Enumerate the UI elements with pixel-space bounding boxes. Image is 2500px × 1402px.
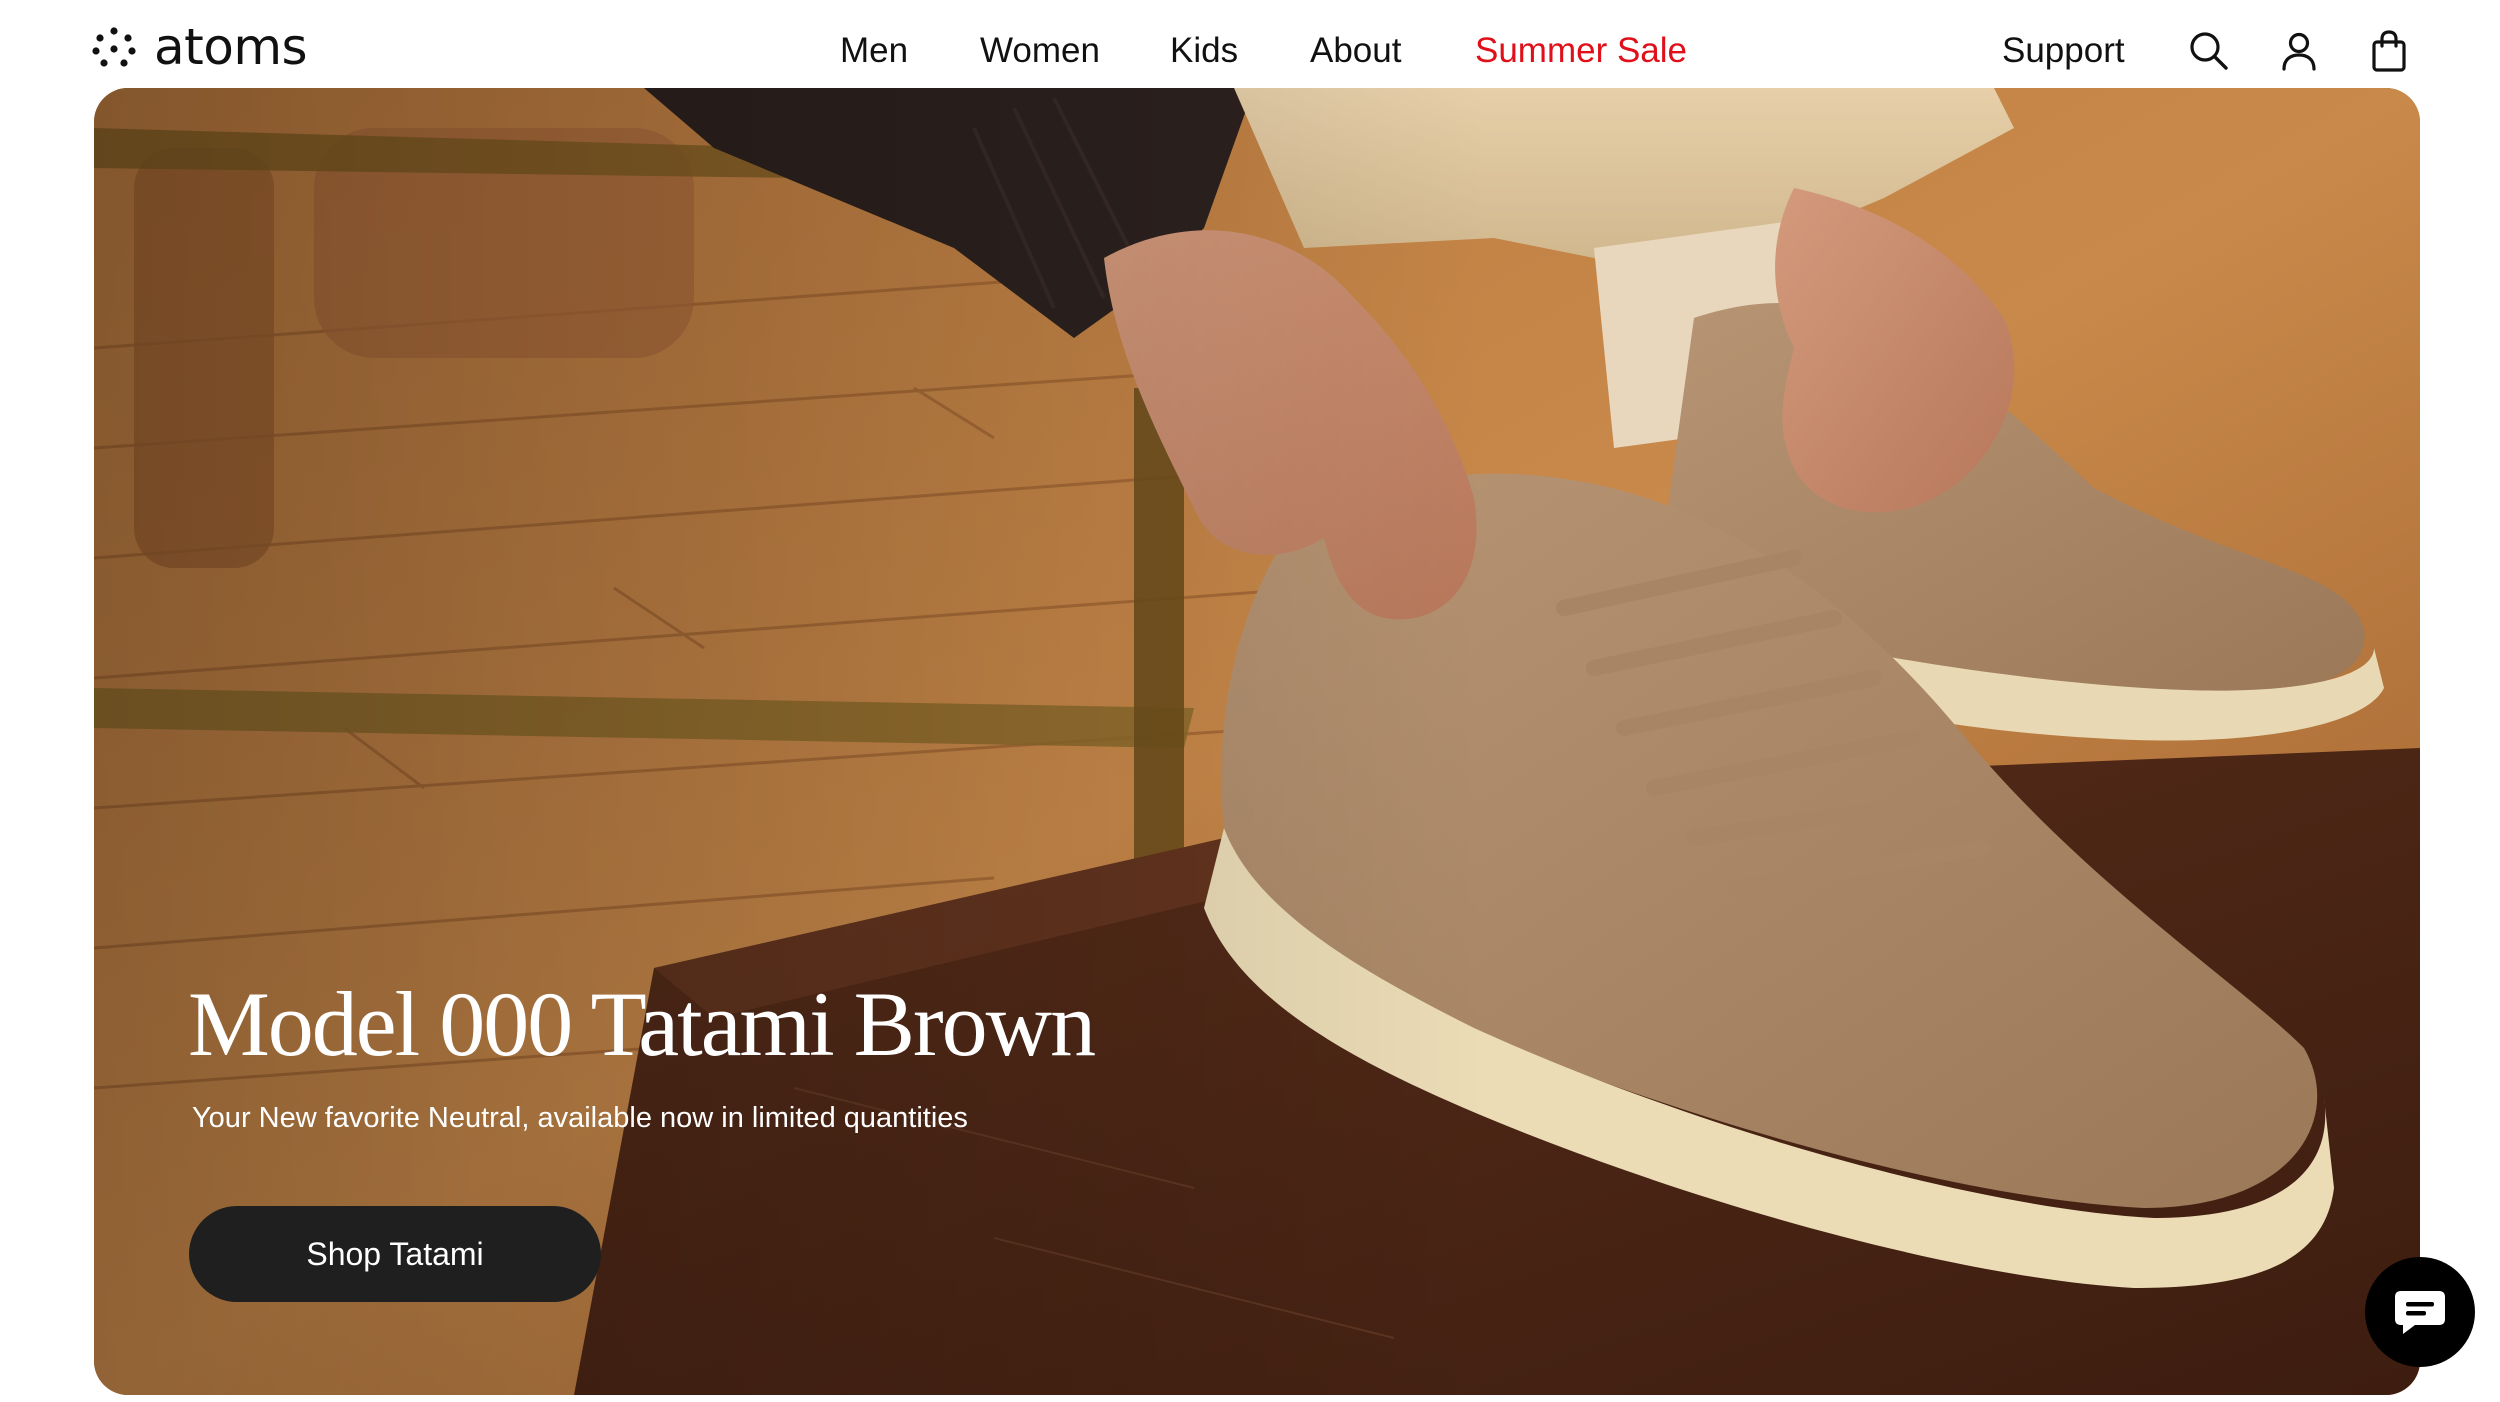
nav-support[interactable]: Support	[2002, 26, 2125, 76]
shopping-bag-icon[interactable]	[2366, 28, 2412, 74]
shop-tatami-button[interactable]: Shop Tatami	[189, 1206, 601, 1302]
search-icon[interactable]	[2186, 28, 2232, 74]
hero-subtitle: Your New favorite Neutral, available now…	[192, 1102, 968, 1134]
logo-wordmark: atoms	[154, 18, 308, 76]
site-header: atoms Men Women Kids About Summer Sale S…	[0, 0, 2500, 88]
account-icon[interactable]	[2276, 28, 2322, 74]
hero-overlay	[94, 88, 2420, 1395]
nav-kids[interactable]: Kids	[1170, 26, 1238, 76]
chat-launcher-button[interactable]	[2365, 1257, 2475, 1367]
logo-dots-icon	[92, 27, 136, 67]
nav-women[interactable]: Women	[980, 26, 1100, 76]
hero-banner: Model 000 Tatami Brown Your New favorite…	[94, 88, 2420, 1395]
main-navigation: Men Women Kids About Summer Sale	[0, 26, 2500, 76]
nav-summer-sale[interactable]: Summer Sale	[1475, 26, 1687, 76]
nav-men[interactable]: Men	[840, 26, 908, 76]
chat-bubble-icon	[2395, 1291, 2445, 1334]
nav-about[interactable]: About	[1310, 26, 1401, 76]
hero-title: Model 000 Tatami Brown	[188, 973, 1096, 1075]
atoms-logo[interactable]: atoms	[92, 18, 308, 76]
